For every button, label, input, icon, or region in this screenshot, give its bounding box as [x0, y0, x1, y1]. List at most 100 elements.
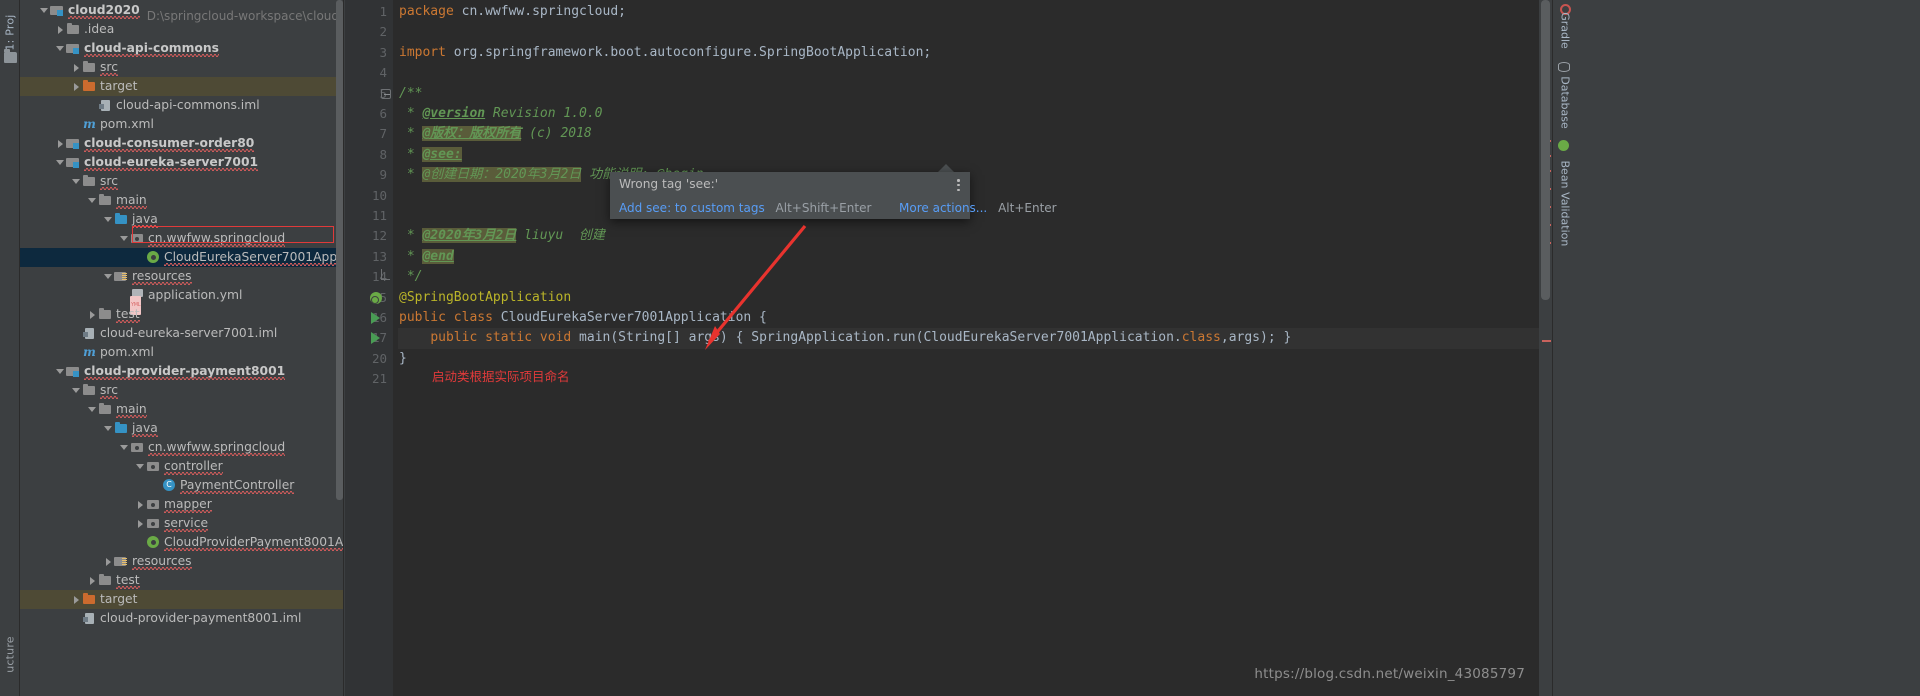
chevron-down-icon[interactable]: [40, 1, 50, 20]
chevron-down-icon[interactable]: [136, 457, 146, 476]
fold-region-end-icon[interactable]: [381, 269, 390, 281]
tree-item[interactable]: src: [20, 58, 343, 77]
chevron-down-icon[interactable]: [56, 362, 66, 381]
run-gutter-icon[interactable]: [371, 312, 380, 324]
spring-bean-gutter-icon[interactable]: [370, 291, 382, 304]
tree-item[interactable]: cloud-eureka-server7001.iml: [20, 324, 343, 343]
editor-vertical-scrollbar[interactable]: [1541, 0, 1550, 300]
tree-item[interactable]: mapper: [20, 495, 343, 514]
tree-item[interactable]: target: [20, 590, 343, 609]
chevron-down-icon[interactable]: [72, 172, 82, 191]
project-folder-icon[interactable]: [4, 49, 17, 63]
tree-item[interactable]: main: [20, 191, 343, 210]
chevron-down-icon[interactable]: [72, 381, 82, 400]
tree-item[interactable]: resources: [20, 267, 343, 286]
tree-item[interactable]: src: [20, 381, 343, 400]
code-line[interactable]: 1 package cn.wwfww.springcloud;: [379, 2, 1539, 22]
tree-item[interactable]: test: [20, 571, 343, 590]
code-token: class: [1181, 330, 1221, 346]
code-line[interactable]: 4: [379, 63, 1539, 83]
code-line[interactable]: 16 public class CloudEurekaServer7001Appl…: [371, 308, 1539, 328]
tree-item[interactable]: controller: [20, 457, 343, 476]
tree-item[interactable]: java: [20, 210, 343, 229]
code-line[interactable]: 17 public static void main(String[] args…: [371, 328, 1539, 349]
code-line[interactable]: 13 * @end: [372, 247, 1539, 267]
tree-item[interactable]: .idea: [20, 20, 343, 39]
chevron-right-icon[interactable]: [72, 590, 82, 609]
code-token: /**: [399, 85, 423, 101]
chevron-right-icon[interactable]: [56, 134, 66, 153]
more-actions-link[interactable]: More actions...: [899, 201, 987, 215]
chevron-down-icon[interactable]: [88, 191, 98, 210]
tool-window-button-structure[interactable]: ucture: [4, 627, 17, 683]
bean-validation-icon[interactable]: [1558, 140, 1569, 151]
tree-item[interactable]: cloud-api-commons.iml: [20, 96, 343, 115]
tree-item[interactable]: cloud-consumer-order80: [20, 134, 343, 153]
editor-code-area[interactable]: 1 package cn.wwfww.springcloud; 2 3 import o…: [370, 0, 1539, 696]
tree-item[interactable]: application.yml: [20, 286, 343, 315]
tree-item[interactable]: CloudEurekaServer7001Application: [20, 248, 343, 267]
code-line[interactable]: 12 * @2020年3月2日 liuyu 创建: [372, 226, 1539, 246]
tool-window-button-gradle[interactable]: Gradle: [1559, 0, 1572, 67]
tree-item[interactable]: cn.wwfww.springcloud: [20, 438, 343, 457]
tree-item[interactable]: java: [20, 419, 343, 438]
fold-collapse-icon[interactable]: [381, 88, 391, 99]
code-line[interactable]: 5/**: [379, 84, 1539, 104]
chevron-down-icon[interactable]: [104, 210, 114, 229]
tree-item[interactable]: m pom.xml: [20, 115, 343, 134]
tree-item-label: .idea: [84, 22, 115, 36]
add-to-custom-tags-link[interactable]: Add see: to custom tags: [619, 201, 765, 215]
chevron-down-icon[interactable]: [56, 39, 66, 58]
chevron-down-icon[interactable]: [56, 153, 66, 172]
code-line[interactable]: 8 * @see:: [379, 145, 1539, 165]
tree-item[interactable]: service: [20, 514, 343, 533]
chevron-down-icon[interactable]: [88, 400, 98, 419]
tree-item[interactable]: test: [20, 305, 343, 324]
tree-item[interactable]: main: [20, 400, 343, 419]
tree-item[interactable]: target: [20, 77, 343, 96]
tree-item[interactable]: cloud2020D:\springcloud-workspace\cloud2…: [20, 1, 343, 23]
code-line[interactable]: 6 * @version Revision 1.0.0: [379, 104, 1539, 124]
tree-item[interactable]: cloud-provider-payment8001.iml: [20, 609, 343, 628]
chevron-right-icon[interactable]: [72, 77, 82, 96]
more-options-icon[interactable]: [957, 177, 961, 193]
project-tool-window[interactable]: cloud2020D:\springcloud-workspace\cloud2…: [20, 0, 344, 696]
pkg-icon: [146, 495, 161, 514]
project-tree-scrollbar[interactable]: [336, 0, 343, 500]
res-icon: [114, 267, 129, 286]
chevron-down-icon[interactable]: [104, 419, 114, 438]
code-line[interactable]: 2: [379, 22, 1539, 42]
code-line[interactable]: 14 */: [372, 267, 1539, 287]
tree-item[interactable]: src: [20, 172, 343, 191]
code-line[interactable]: 15@SpringBootApplication: [370, 288, 1539, 308]
tree-item[interactable]: CloudProviderPayment8001Application: [20, 533, 343, 552]
chevron-right-icon[interactable]: [56, 20, 66, 39]
code-token: @version: [422, 106, 486, 121]
chevron-down-icon[interactable]: [104, 267, 114, 286]
tree-item[interactable]: cloud-provider-payment8001: [20, 362, 343, 381]
tree-item[interactable]: PaymentController: [20, 476, 343, 495]
stripe-warning-mark[interactable]: [1542, 340, 1551, 342]
tool-window-button-bean-validation[interactable]: Bean Validation: [1559, 161, 1572, 247]
chevron-right-icon[interactable]: [136, 495, 146, 514]
code-line[interactable]: 3 import org.springframework.boot.autocon…: [379, 43, 1539, 63]
chevron-right-icon[interactable]: [136, 514, 146, 533]
chevron-right-icon[interactable]: [72, 58, 82, 77]
code-editor[interactable]: 1 package cn.wwfww.springcloud; 2 3 import o…: [345, 0, 1539, 696]
tree-item[interactable]: m pom.xml: [20, 343, 343, 362]
tree-item[interactable]: cn.wwfww.springcloud: [20, 229, 343, 248]
tree-item[interactable]: resources: [20, 552, 343, 571]
tree-item[interactable]: cloud-api-commons: [20, 39, 343, 58]
tool-window-button-database[interactable]: Database: [1559, 67, 1572, 139]
chevron-down-icon[interactable]: [120, 438, 130, 457]
chevron-right-icon[interactable]: [88, 305, 98, 324]
error-stripe-gutter[interactable]: [1539, 0, 1552, 696]
tree-item[interactable]: cloud-eureka-server7001: [20, 153, 343, 172]
run-gutter-icon[interactable]: [371, 332, 380, 345]
inspection-popup[interactable]: Wrong tag 'see:' Add see: to custom tags…: [610, 172, 1057, 219]
chevron-down-icon[interactable]: [120, 229, 130, 248]
chevron-right-icon[interactable]: [88, 571, 98, 590]
code-token: package: [399, 4, 462, 19]
code-line[interactable]: 7 * @版权：版权所有 (c) 2018: [379, 124, 1539, 144]
chevron-right-icon[interactable]: [104, 552, 114, 571]
